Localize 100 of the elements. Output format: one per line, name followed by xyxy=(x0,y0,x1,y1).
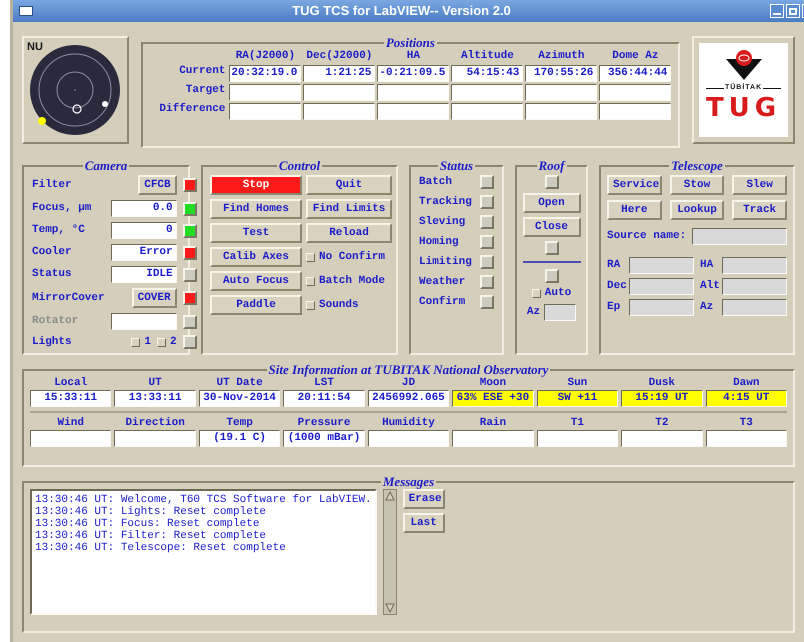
column-header: Rain xyxy=(478,417,508,430)
column-header: Dawn xyxy=(732,377,760,390)
minimize-icon[interactable] xyxy=(770,4,784,18)
text-field[interactable]: 0 xyxy=(110,222,177,239)
text-field[interactable] xyxy=(303,84,376,101)
checkbox[interactable]: Sounds xyxy=(306,298,392,312)
text-field[interactable] xyxy=(229,103,302,120)
text-field[interactable] xyxy=(525,103,598,120)
text-field[interactable]: 0.0 xyxy=(110,200,177,217)
text-field[interactable] xyxy=(30,430,112,447)
button[interactable]: Close xyxy=(522,217,580,237)
text-field[interactable] xyxy=(692,228,787,245)
maximize-icon[interactable] xyxy=(786,4,800,18)
button[interactable]: Stop xyxy=(210,175,302,195)
button[interactable]: Stow xyxy=(670,175,724,195)
log-line: 13:30:46 UT: Focus: Reset complete xyxy=(35,518,260,530)
text-field[interactable]: (1000 mBar) xyxy=(283,430,365,447)
checkbox[interactable]: No Confirm xyxy=(306,250,392,264)
checkbox[interactable]: Auto xyxy=(532,287,572,300)
text-field[interactable] xyxy=(722,257,787,274)
status-label: Sleving xyxy=(419,216,466,228)
text-field[interactable]: 63% ESE +30 xyxy=(452,390,534,407)
button[interactable]: Quit xyxy=(306,175,392,195)
button[interactable]: Find Homes xyxy=(210,199,302,219)
status-label: Batch xyxy=(419,176,454,188)
scroll-down-icon[interactable] xyxy=(384,602,396,614)
button[interactable]: Last xyxy=(402,513,445,533)
text-field[interactable]: 2456992.065 xyxy=(368,390,450,407)
window-title: TUG TCS for LabVIEW-- Version 2.0 xyxy=(291,2,512,20)
text-field[interactable]: 1:21:25 xyxy=(303,65,376,82)
window-menu-icon[interactable] xyxy=(19,6,33,16)
text-field[interactable] xyxy=(451,84,524,101)
button[interactable]: Track xyxy=(732,200,787,220)
scroll-up-icon[interactable] xyxy=(384,490,396,502)
text-field[interactable] xyxy=(599,103,672,120)
column-header: Direction xyxy=(124,417,186,430)
text-field[interactable] xyxy=(452,430,534,447)
text-field[interactable] xyxy=(628,278,694,295)
checkbox[interactable]: 1 xyxy=(131,336,152,348)
log-line: 13:30:46 UT: Welcome, T60 TCS Software for LabVIEW. xyxy=(35,494,372,506)
text-field[interactable] xyxy=(722,299,787,316)
button[interactable]: Service xyxy=(607,175,662,195)
text-field[interactable] xyxy=(621,430,703,447)
text-field[interactable]: 13:33:11 xyxy=(114,390,196,407)
text-field[interactable]: 170:55:26 xyxy=(525,65,598,82)
text-field[interactable] xyxy=(536,430,618,447)
text-field[interactable] xyxy=(229,84,302,101)
column-header: HA xyxy=(406,50,421,63)
field-label: Focus, µm xyxy=(32,202,92,215)
text-field[interactable]: 20:32:19.0 xyxy=(229,65,302,82)
text-field[interactable] xyxy=(628,257,694,274)
text-field[interactable]: 20:11:54 xyxy=(283,390,365,407)
button[interactable]: Reload xyxy=(306,223,392,243)
text-field[interactable] xyxy=(451,103,524,120)
text-field[interactable]: 30-Nov-2014 xyxy=(198,390,280,407)
text-field[interactable]: SW +11 xyxy=(536,390,618,407)
text-field[interactable] xyxy=(110,313,177,330)
text-field[interactable]: 15:19 UT xyxy=(621,390,703,407)
text-field[interactable]: IDLE xyxy=(110,266,177,283)
button[interactable]: Here xyxy=(607,200,662,220)
text-field[interactable] xyxy=(599,84,672,101)
text-field[interactable] xyxy=(303,103,376,120)
text-field[interactable] xyxy=(706,430,787,447)
text-field[interactable] xyxy=(114,430,196,447)
map-label: NU xyxy=(27,40,43,55)
button[interactable]: COVER xyxy=(132,288,177,308)
text-field[interactable]: 356:44:44 xyxy=(599,65,672,82)
text-field[interactable]: Error xyxy=(110,244,177,261)
text-field[interactable] xyxy=(544,304,576,321)
field-label: Source name: xyxy=(607,230,686,243)
checkbox[interactable]: Batch Mode xyxy=(306,274,392,288)
text-field[interactable]: (19.1 C) xyxy=(198,430,280,447)
button[interactable]: CFCB xyxy=(138,175,177,195)
button[interactable]: Lookup xyxy=(670,200,724,220)
button[interactable]: Paddle xyxy=(210,295,302,315)
button[interactable]: Erase xyxy=(402,489,445,509)
text-field[interactable] xyxy=(525,84,598,101)
text-field[interactable]: 54:15:43 xyxy=(451,65,524,82)
text-field[interactable] xyxy=(368,430,450,447)
text-field[interactable] xyxy=(628,299,694,316)
button[interactable]: Slew xyxy=(732,175,787,195)
button[interactable]: Calib Axes xyxy=(210,247,302,267)
text-field[interactable]: 4:15 UT xyxy=(706,390,787,407)
button[interactable]: Auto Focus xyxy=(210,271,302,291)
text-field[interactable]: 15:33:11 xyxy=(30,390,112,407)
button[interactable]: Find Limits xyxy=(306,199,392,219)
text-field[interactable] xyxy=(722,278,787,295)
row-label: Target xyxy=(184,84,226,98)
column-header: Wind xyxy=(56,417,85,430)
button[interactable]: Test xyxy=(210,223,302,243)
text-field[interactable] xyxy=(377,103,450,120)
field-label: Lights xyxy=(32,336,73,348)
column-header: Local xyxy=(53,377,88,390)
scrollbar[interactable] xyxy=(382,489,397,615)
text-field[interactable] xyxy=(377,84,450,101)
button[interactable]: Open xyxy=(522,193,580,213)
panel-title: Roof xyxy=(538,159,566,173)
text-field[interactable]: -0:21:09.5 xyxy=(377,65,450,82)
panel-title: Status xyxy=(438,159,474,173)
checkbox[interactable]: 2 xyxy=(157,336,177,348)
